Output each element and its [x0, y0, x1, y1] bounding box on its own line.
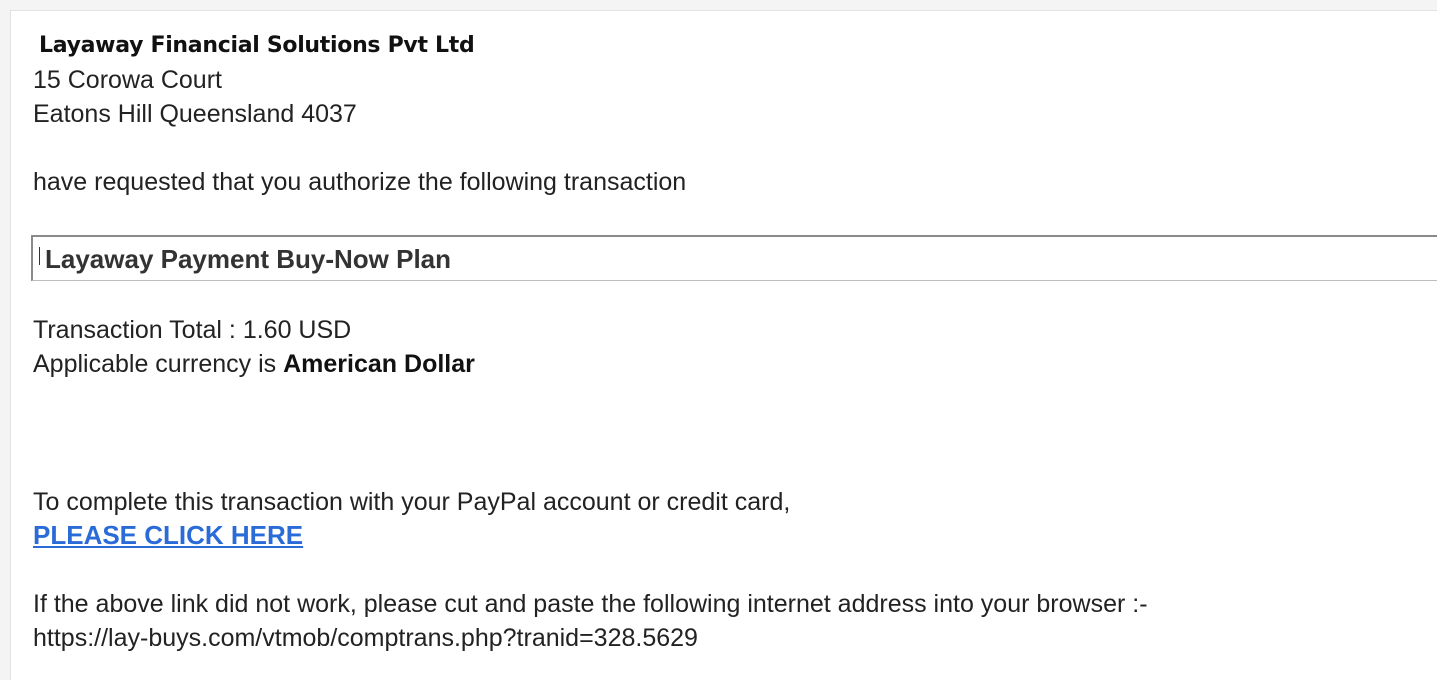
- transaction-description: Layaway Payment Buy-Now Plan: [45, 244, 452, 274]
- fallback-instructions: If the above link did not work, please c…: [33, 590, 1148, 618]
- complete-instructions: To complete this transaction with your P…: [33, 488, 791, 516]
- transaction-total: Transaction Total : 1.60 USD: [33, 316, 352, 344]
- merchant-address-line1: 15 Corowa Court: [33, 66, 222, 94]
- payment-request-panel: Layaway Financial Solutions Pvt Ltd 15 C…: [10, 10, 1437, 680]
- merchant-name: Layaway Financial Solutions Pvt Ltd: [39, 33, 475, 58]
- currency-prefix: Applicable currency is: [33, 350, 284, 378]
- transaction-description-field[interactable]: Layaway Payment Buy-Now Plan: [31, 235, 1437, 281]
- fallback-url[interactable]: https://lay-buys.com/vtmob/comptrans.php…: [33, 623, 698, 653]
- currency-name: American Dollar: [283, 350, 475, 378]
- pay-link[interactable]: PLEASE CLICK HERE: [33, 519, 303, 551]
- currency-line: Applicable currency is American Dollar: [33, 349, 475, 379]
- text-cursor: [39, 247, 40, 265]
- request-message: have requested that you authorize the fo…: [33, 168, 687, 196]
- merchant-address-line2: Eatons Hill Queensland 4037: [33, 100, 357, 128]
